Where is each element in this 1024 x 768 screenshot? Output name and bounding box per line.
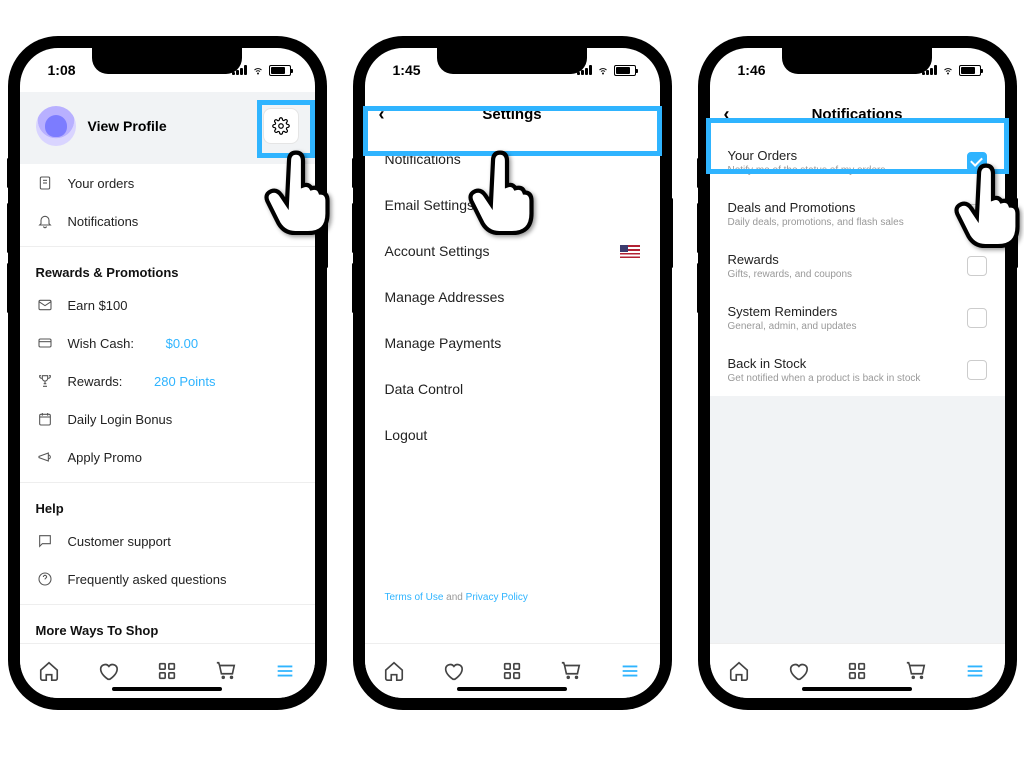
earn-row[interactable]: Earn $100 — [20, 286, 315, 324]
mail-icon — [36, 297, 54, 313]
tab-menu[interactable] — [619, 660, 641, 682]
receipt-icon — [36, 175, 54, 191]
rewards-section: Rewards & Promotions — [20, 251, 315, 286]
privacy-link[interactable]: Privacy Policy — [466, 592, 528, 603]
tab-cart[interactable] — [560, 660, 582, 682]
battery-icon — [959, 65, 981, 76]
calendar-icon — [36, 411, 54, 427]
tab-wishlist[interactable] — [442, 660, 464, 682]
checkbox-icon[interactable] — [967, 360, 987, 380]
wifi-icon — [940, 64, 956, 76]
card-icon — [36, 335, 54, 351]
view-profile-link[interactable]: View Profile — [88, 118, 167, 134]
trophy-icon — [36, 373, 54, 389]
tab-home[interactable] — [728, 660, 750, 682]
pointer-cursor-icon — [951, 163, 1021, 243]
checkbox-icon[interactable] — [967, 256, 987, 276]
notif-system[interactable]: System RemindersGeneral, admin, and upda… — [710, 292, 1005, 344]
label: Your orders — [68, 176, 135, 191]
tab-home[interactable] — [383, 660, 405, 682]
faq-row[interactable]: Frequently asked questions — [20, 560, 315, 598]
checkbox-icon[interactable] — [967, 308, 987, 328]
tab-menu[interactable] — [274, 660, 296, 682]
label: Notifications — [68, 214, 139, 229]
question-icon — [36, 571, 54, 587]
wifi-icon — [595, 64, 611, 76]
highlight-box — [363, 106, 662, 156]
pointer-cursor-icon — [465, 150, 535, 230]
megaphone-icon — [36, 449, 54, 465]
support-row[interactable]: Customer support — [20, 522, 315, 560]
footer-links: Terms of Use and Privacy Policy — [365, 592, 548, 603]
clock: 1:46 — [738, 62, 766, 78]
phone-settings: 1:45 ‹ Settings Notifications Email Sett… — [355, 38, 670, 708]
tab-wishlist[interactable] — [787, 660, 809, 682]
tab-cart[interactable] — [215, 660, 237, 682]
rewards-row[interactable]: Rewards: 280 Points — [20, 362, 315, 400]
chat-icon — [36, 533, 54, 549]
tab-cart[interactable] — [905, 660, 927, 682]
avatar[interactable] — [36, 106, 76, 146]
tab-categories[interactable] — [156, 660, 178, 682]
notif-backinstock[interactable]: Back in StockGet notified when a product… — [710, 344, 1005, 396]
terms-link[interactable]: Terms of Use — [385, 592, 444, 603]
promo-row[interactable]: Apply Promo — [20, 438, 315, 476]
settings-data[interactable]: Data Control — [365, 366, 660, 412]
pointer-cursor-icon — [261, 150, 331, 230]
wifi-icon — [250, 64, 266, 76]
tab-menu[interactable] — [964, 660, 986, 682]
battery-icon — [269, 65, 291, 76]
tab-home[interactable] — [38, 660, 60, 682]
wishcash-row[interactable]: Wish Cash: $0.00 — [20, 324, 315, 362]
tab-categories[interactable] — [501, 660, 523, 682]
clock: 1:08 — [48, 62, 76, 78]
tab-wishlist[interactable] — [97, 660, 119, 682]
clock: 1:45 — [393, 62, 421, 78]
tab-categories[interactable] — [846, 660, 868, 682]
phone-profile: 1:08 View Profile Your orders — [10, 38, 325, 708]
dailybonus-row[interactable]: Daily Login Bonus — [20, 400, 315, 438]
help-section: Help — [20, 487, 315, 522]
phone-notifications: 1:46 ‹ Notifications Your OrdersNotify m… — [700, 38, 1015, 708]
settings-payments[interactable]: Manage Payments — [365, 320, 660, 366]
settings-addresses[interactable]: Manage Addresses — [365, 274, 660, 320]
battery-icon — [614, 65, 636, 76]
bell-icon — [36, 213, 54, 229]
settings-logout[interactable]: Logout — [365, 412, 660, 458]
more-section: More Ways To Shop — [20, 609, 315, 643]
us-flag-icon — [620, 245, 640, 258]
